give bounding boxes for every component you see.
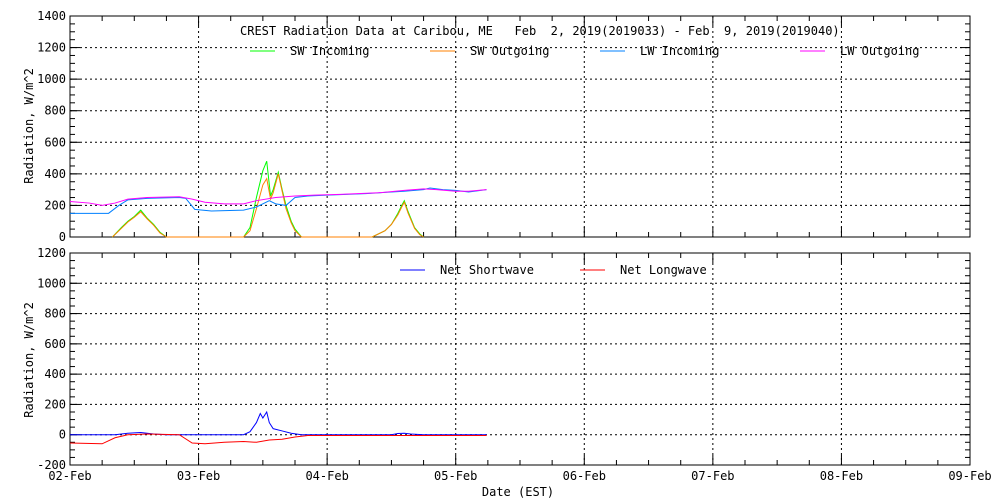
legend-label: SW Incoming <box>290 44 369 58</box>
y-tick-label: 200 <box>44 198 66 212</box>
x-tick-label: 04-Feb <box>305 469 348 483</box>
y-tick-label: 800 <box>44 104 66 118</box>
y-tick-label: 400 <box>44 367 66 381</box>
legend-label: Net Longwave <box>620 263 707 277</box>
y-tick-label: 1000 <box>37 276 66 290</box>
top-panel: 0 200 400 600 800 1000 1200 1400 SW Incoming SW O… <box>37 9 971 244</box>
legend-label: Net Shortwave <box>440 263 534 277</box>
y-tick-label: 0 <box>59 428 66 442</box>
series-line-net-shortwave <box>70 410 487 436</box>
x-axis-label: Date (EST) <box>482 485 554 499</box>
series-line-lw-incoming <box>70 187 487 214</box>
x-tick-label: 03-Feb <box>177 469 220 483</box>
bottom-y-axis-label: Radiation, W/m^2 <box>22 302 36 418</box>
y-tick-label: 200 <box>44 397 66 411</box>
top-y-axis-label: Radiation, W/m^2 <box>22 68 36 184</box>
legend-label: LW Incoming <box>640 44 719 58</box>
y-tick-label: 600 <box>44 337 66 351</box>
x-tick-label: 02-Feb <box>48 469 91 483</box>
y-tick-label: 0 <box>59 230 66 244</box>
x-tick-label: 09-Feb <box>948 469 991 483</box>
x-tick-label: 08-Feb <box>820 469 863 483</box>
x-tick-label: 06-Feb <box>563 469 606 483</box>
y-tick-label: 400 <box>44 167 66 181</box>
legend-label: LW Outgoing <box>840 44 919 58</box>
y-tick-label: 1400 <box>37 9 66 23</box>
x-tick-label: 07-Feb <box>691 469 734 483</box>
legend-label: SW Outgoing <box>470 44 549 58</box>
chart-title: CREST Radiation Data at Caribou, ME Feb … <box>240 24 840 38</box>
y-tick-label: 800 <box>44 307 66 321</box>
y-tick-label: 600 <box>44 135 66 149</box>
series-line-net-longwave <box>69 433 487 445</box>
y-tick-label: 1200 <box>37 41 66 55</box>
plot-frame <box>69 252 971 466</box>
x-tick-label: 05-Feb <box>434 469 477 483</box>
series-line-lw-outgoing <box>69 188 487 206</box>
bottom-panel: -20002004006008001000120002-Feb 03-Feb 04-… <box>37 246 992 483</box>
y-tick-label: 1000 <box>37 72 66 86</box>
y-tick-label: 1200 <box>37 246 66 260</box>
radiation-chart: 0 200 400 600 800 1000 1200 1400 SW Incoming SW O… <box>22 9 992 499</box>
